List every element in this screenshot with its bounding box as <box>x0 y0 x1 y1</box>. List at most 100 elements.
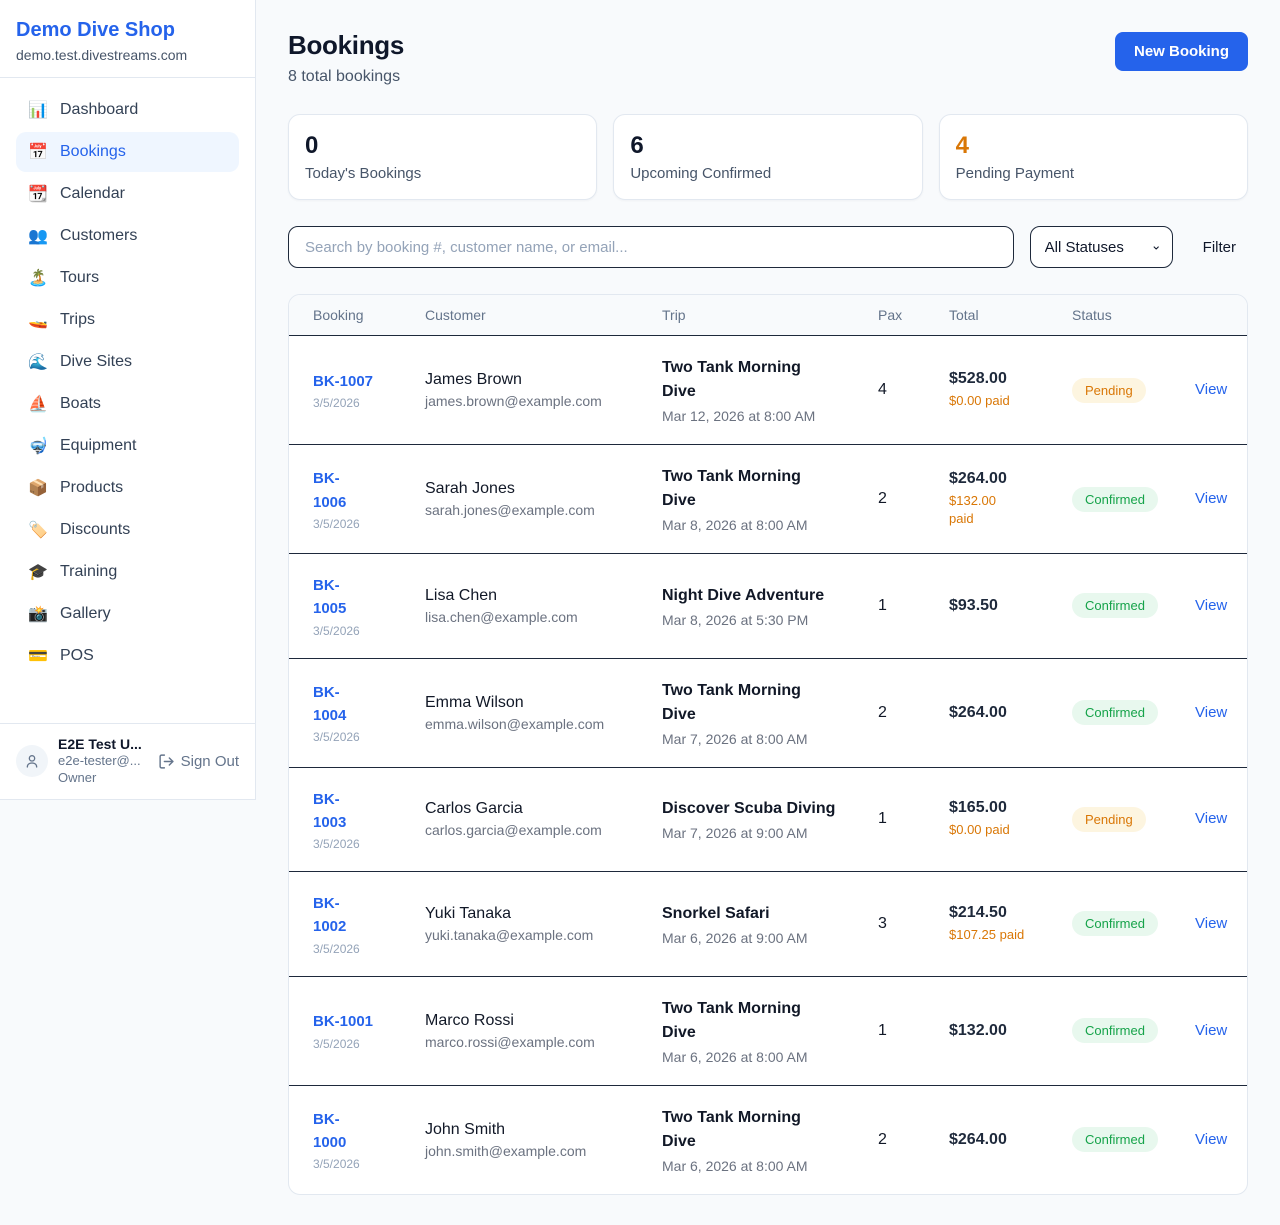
sidebar-item-label: Dive Sites <box>60 353 132 371</box>
booking-date: 3/5/2026 <box>313 517 415 531</box>
main-content: Bookings 8 total bookings New Booking 0 … <box>256 0 1280 1225</box>
column-header-booking: Booking <box>313 307 425 323</box>
table-row: BK-1007 3/5/2026 James Brown james.brown… <box>289 336 1247 445</box>
total-amount: $528.00 <box>949 370 1062 388</box>
booking-date: 3/5/2026 <box>313 837 415 851</box>
camera-flash-icon: 📸 <box>28 604 48 624</box>
sidebar-item-equipment[interactable]: 🤿 Equipment <box>16 426 239 466</box>
status-badge: Confirmed <box>1072 911 1158 936</box>
trip-datetime: Mar 6, 2026 at 9:00 AM <box>662 930 868 946</box>
view-link[interactable]: View <box>1195 915 1227 932</box>
user-name: E2E Test U... <box>58 736 148 752</box>
sidebar-item-dive-sites[interactable]: 🌊 Dive Sites <box>16 342 239 382</box>
sidebar-item-dashboard[interactable]: 📊 Dashboard <box>16 90 239 130</box>
trip-datetime: Mar 6, 2026 at 8:00 AM <box>662 1049 868 1065</box>
label-tag-icon: 🏷️ <box>28 520 48 540</box>
paid-amount: $132.00 paid <box>949 492 1007 528</box>
sign-out-button[interactable]: Sign Out <box>158 753 239 770</box>
total-amount: $132.00 <box>949 1022 1062 1040</box>
view-link[interactable]: View <box>1195 1022 1227 1039</box>
booking-id-link[interactable]: BK-1006 <box>313 467 353 514</box>
view-link[interactable]: View <box>1195 381 1227 398</box>
filter-button[interactable]: Filter <box>1191 231 1248 264</box>
paid-amount: $0.00 paid <box>949 821 1062 839</box>
table-header-row: Booking Customer Trip Pax Total Status <box>289 295 1247 336</box>
sidebar-item-label: Tours <box>60 269 99 287</box>
sidebar-item-customers[interactable]: 👥 Customers <box>16 216 239 256</box>
sailboat-icon: ⛵ <box>28 394 48 414</box>
sidebar: Demo Dive Shop demo.test.divestreams.com… <box>0 0 256 800</box>
total-bookings-count: 8 total bookings <box>288 68 404 86</box>
booking-id-link[interactable]: BK-1003 <box>313 788 353 835</box>
total-amount: $264.00 <box>949 470 1062 488</box>
sidebar-item-calendar[interactable]: 📆 Calendar <box>16 174 239 214</box>
stat-card-todays-bookings: 0 Today's Bookings <box>288 114 597 200</box>
stat-value: 4 <box>956 132 1231 160</box>
sidebar-item-label: Products <box>60 479 123 497</box>
customer-email: yuki.tanaka@example.com <box>425 927 652 943</box>
stat-label: Upcoming Confirmed <box>630 165 905 182</box>
sidebar-item-training[interactable]: 🎓 Training <box>16 552 239 592</box>
status-filter-select[interactable]: All Statuses <box>1030 226 1173 268</box>
table-row: BK-1003 3/5/2026 Carlos Garcia carlos.ga… <box>289 768 1247 873</box>
customer-name: Sarah Jones <box>425 480 652 498</box>
table-row: BK-1001 3/5/2026 Marco Rossi marco.rossi… <box>289 977 1247 1086</box>
booking-id-link[interactable]: BK-1001 <box>313 1010 373 1033</box>
pax-count: 4 <box>878 381 949 399</box>
paid-amount: $0.00 paid <box>949 392 1062 410</box>
total-amount: $214.50 <box>949 904 1062 922</box>
calendar-icon: 📅 <box>28 142 48 162</box>
page-title: Bookings <box>288 30 404 61</box>
customer-email: carlos.garcia@example.com <box>425 822 652 838</box>
stat-card-pending-payment: 4 Pending Payment <box>939 114 1248 200</box>
sidebar-item-products[interactable]: 📦 Products <box>16 468 239 508</box>
filters-bar: All Statuses ⌄ Filter <box>288 226 1248 268</box>
booking-id-link[interactable]: BK-1007 <box>313 370 373 393</box>
page-header: Bookings 8 total bookings New Booking <box>288 30 1248 86</box>
status-badge: Confirmed <box>1072 487 1158 512</box>
booking-id-link[interactable]: BK-1004 <box>313 681 353 728</box>
new-booking-button[interactable]: New Booking <box>1115 32 1248 71</box>
customer-name: Lisa Chen <box>425 587 652 605</box>
column-header-status: Status <box>1072 307 1195 323</box>
status-filter: All Statuses ⌄ <box>1030 226 1173 268</box>
bookings-table: Booking Customer Trip Pax Total Status B… <box>288 294 1248 1195</box>
sidebar-item-label: Equipment <box>60 437 137 455</box>
pax-count: 2 <box>878 704 949 722</box>
table-row: BK-1006 3/5/2026 Sarah Jones sarah.jones… <box>289 445 1247 554</box>
booking-id-link[interactable]: BK-1000 <box>313 1108 353 1155</box>
total-amount: $264.00 <box>949 1131 1062 1149</box>
shop-name: Demo Dive Shop <box>16 18 239 42</box>
people-icon: 👥 <box>28 226 48 246</box>
total-amount: $264.00 <box>949 704 1062 722</box>
customer-name: John Smith <box>425 1121 652 1139</box>
column-header-pax: Pax <box>878 307 949 323</box>
trip-name: Two Tank Morning Dive <box>662 1106 837 1154</box>
sidebar-item-pos[interactable]: 💳 POS <box>16 636 239 676</box>
desert-island-icon: 🏝️ <box>28 268 48 288</box>
diving-mask-icon: 🤿 <box>28 436 48 456</box>
booking-id-link[interactable]: BK-1005 <box>313 574 353 621</box>
view-link[interactable]: View <box>1195 597 1227 614</box>
view-link[interactable]: View <box>1195 704 1227 721</box>
status-badge: Pending <box>1072 807 1146 832</box>
view-link[interactable]: View <box>1195 490 1227 507</box>
customer-name: James Brown <box>425 371 652 389</box>
sidebar-item-bookings[interactable]: 📅 Bookings <box>16 132 239 172</box>
view-link[interactable]: View <box>1195 1131 1227 1148</box>
graduation-cap-icon: 🎓 <box>28 562 48 582</box>
sidebar-item-boats[interactable]: ⛵ Boats <box>16 384 239 424</box>
sidebar-item-trips[interactable]: 🚤 Trips <box>16 300 239 340</box>
sidebar-item-label: Trips <box>60 311 95 329</box>
sidebar-item-gallery[interactable]: 📸 Gallery <box>16 594 239 634</box>
sidebar-item-discounts[interactable]: 🏷️ Discounts <box>16 510 239 550</box>
search-input[interactable] <box>288 226 1014 268</box>
trip-datetime: Mar 8, 2026 at 5:30 PM <box>662 612 868 628</box>
table-body: BK-1007 3/5/2026 James Brown james.brown… <box>289 336 1247 1194</box>
sidebar-item-label: Calendar <box>60 185 125 203</box>
stat-label: Pending Payment <box>956 165 1231 182</box>
sidebar-user-section: E2E Test U... e2e-tester@... Owner Sign … <box>0 723 255 799</box>
sidebar-item-tours[interactable]: 🏝️ Tours <box>16 258 239 298</box>
view-link[interactable]: View <box>1195 810 1227 827</box>
booking-id-link[interactable]: BK-1002 <box>313 892 353 939</box>
